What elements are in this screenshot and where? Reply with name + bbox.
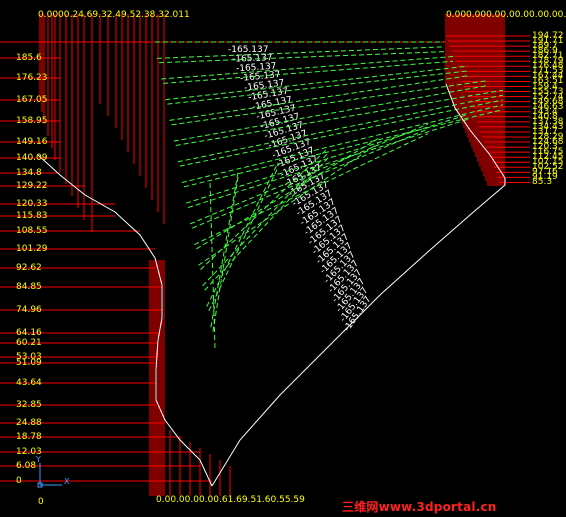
left-dimension-label: 18.78	[16, 432, 42, 442]
dimension-line	[175, 89, 504, 146]
left-dimension-label: 0	[16, 476, 22, 486]
left-dimension-label: 149.16	[16, 137, 48, 147]
cad-viewport[interactable]: -165.137 -165.137 -165.137 -165.137 -165.137…	[0, 0, 566, 517]
bottom-labels: 0.00.00.00.00.61.69.51.60.55.59	[156, 495, 305, 505]
dimension-line	[167, 70, 469, 105]
left-dimension-label: 51.09	[16, 358, 42, 368]
left-dimension-label: 64.16	[16, 328, 42, 338]
inner-profile-curve	[37, 154, 213, 487]
origin-zero-label: 0	[38, 497, 44, 507]
left-dimension-label: 84.85	[16, 282, 42, 292]
site-watermark: 三维网www.3dportal.cn	[342, 500, 497, 514]
left-dimension-label: 140.09	[16, 153, 48, 163]
left-dimension-label: 24.88	[16, 418, 42, 428]
top-right-labels: 0.000.000.00.00.00.00.00.00.2.216	[446, 10, 566, 20]
dimension-line	[206, 162, 279, 307]
dimension-line	[183, 109, 504, 188]
top-left-labels: 0.0000.24.69.32.49.52.38.32.011	[38, 10, 190, 20]
dimension-line	[161, 55, 454, 80]
dimension-line	[179, 99, 504, 167]
left-dimension-label: 6.08	[16, 461, 37, 471]
left-dimension-label: 167.05	[16, 95, 48, 105]
dimension-line	[163, 60, 454, 84]
left-dimension-label: 92.62	[16, 263, 42, 273]
left-dimension-label: 158.95	[16, 116, 48, 126]
left-dimension-label: 101.29	[16, 244, 48, 254]
left-dimension-label: 43.64	[16, 378, 42, 388]
dimension-line	[210, 172, 239, 328]
cad-drawing[interactable]: -165.137-165.137-165.137-165.137-165.137…	[0, 0, 566, 517]
left-dimension-label: 115.83	[16, 211, 48, 221]
dimension-line	[212, 177, 239, 332]
left-dimension-label: 185.6	[16, 53, 42, 63]
dimension-line	[209, 181, 216, 349]
left-dimension-label: 108.55	[16, 226, 48, 236]
dimension-line	[208, 167, 279, 312]
dimension-line	[159, 51, 445, 64]
left-dimension-label: 134.8	[16, 168, 42, 178]
dimension-line	[157, 46, 445, 59]
dimension-line	[173, 84, 489, 142]
ucs-x-label: X	[64, 477, 70, 486]
dimension-line	[171, 80, 489, 126]
right-dimension-label: 85.3	[532, 177, 553, 188]
left-dimension-label: 129.22	[16, 181, 48, 191]
left-dimension-label: 120.33	[16, 199, 48, 209]
ucs-y-label: Y	[36, 455, 41, 464]
left-dimension-label: 60.21	[16, 338, 42, 348]
left-dimension-label: 32.85	[16, 400, 42, 410]
dimension-line	[165, 65, 469, 101]
left-dimension-label: 176.23	[16, 73, 48, 83]
left-dimension-label: 74.96	[16, 305, 42, 315]
